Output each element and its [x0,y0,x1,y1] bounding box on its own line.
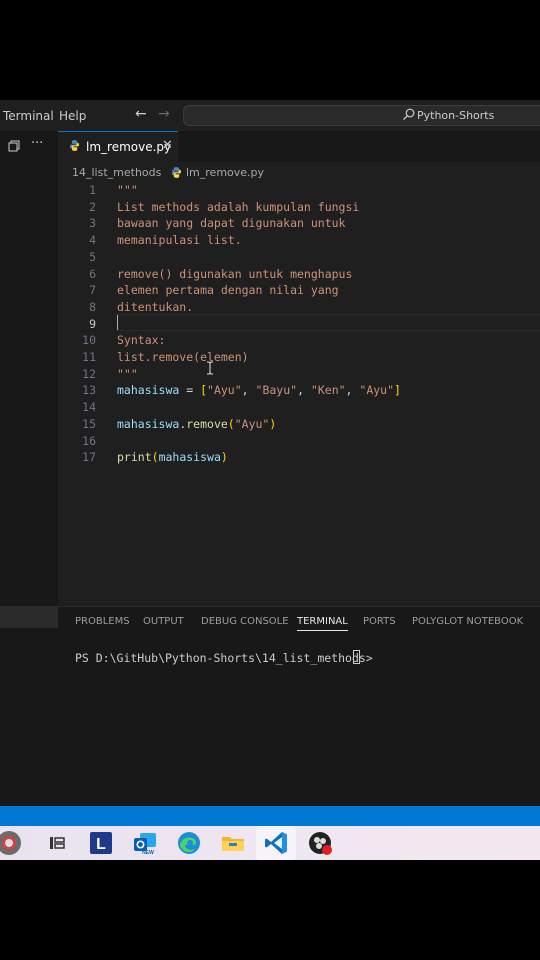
outlook-new-badge: NEW [142,850,154,856]
terminal-cursor [353,650,360,664]
tab-terminal[interactable]: TERMINAL [297,616,348,631]
tab-problems[interactable]: PROBLEMS [75,616,130,627]
bottom-panel: PROBLEMS OUTPUT DEBUG CONSOLE TERMINAL P… [58,606,540,806]
tab-output[interactable]: OUTPUT [143,616,184,627]
code-token: ) [220,450,228,465]
line-number: 3 [89,216,96,231]
code-line: List methods adalah kumpulan fungsi [117,199,360,214]
split-editor-icon[interactable] [8,140,20,152]
line-number: 14 [82,400,96,415]
command-center-label: Python-Shorts [417,109,495,122]
tab-filename: lm_remove.py [86,140,172,154]
line-number: 16 [82,433,96,448]
search-icon [403,108,415,121]
code-line: ditentukan. [117,299,194,314]
tab-ports[interactable]: PORTS [363,616,396,627]
code-token: mahasiswa [117,416,180,431]
line-number: 1 [89,183,96,197]
chrome-profile-icon[interactable] [0,830,22,856]
text-caret [117,315,118,330]
line-number: 17 [82,450,96,465]
code-token: ( [151,450,159,465]
line-number: 12 [82,366,96,381]
tab-bar: lm_remove.py ✕ [58,131,540,162]
more-actions-icon[interactable]: ··· [31,136,43,151]
code-token: mahasiswa [158,450,221,465]
breadcrumb-file[interactable]: lm_remove.py [186,166,264,179]
code-token: , [345,383,360,398]
line-number: 11 [82,350,96,364]
panel-left-strip [0,606,58,806]
obs-studio-icon[interactable] [307,830,333,856]
code-line: remove() digunakan untuk menghapus [117,266,353,281]
menu-terminal[interactable]: Terminal [3,109,54,123]
current-line-highlight [117,314,540,331]
tab-lm-remove[interactable]: lm_remove.py ✕ [58,131,178,162]
code-line: list.remove(elemen) [117,350,249,364]
breadcrumb: 14_list_methods › lm_remove.py [58,162,540,183]
line-number: 2 [89,199,96,214]
code-token: , [241,383,256,398]
line-number: 5 [89,249,96,264]
line-number: 7 [89,283,96,298]
code-token: "Bayu" [255,383,298,398]
code-token: "Ken" [310,383,346,398]
line-number: 13 [82,383,96,398]
menu-help[interactable]: Help [59,109,86,123]
terminal-prompt[interactable]: PS D:\GitHub\Python-Shorts\14_list_metho… [75,651,380,665]
code-line: mahasiswa = ["Ayu", "Bayu", "Ken", "Ayu"… [117,383,401,397]
line-number: 4 [89,233,96,248]
edge-browser-icon[interactable] [176,830,202,856]
tab-debug-console[interactable]: DEBUG CONSOLE [201,616,289,627]
code-token: "Ayu" [234,416,270,431]
code-token: "Ayu" [207,383,242,398]
back-arrow-icon[interactable]: ← [135,106,147,122]
code-line: bawaan yang dapat digunakan untuk [117,216,346,231]
code-line: elemen pertama dengan nilai yang [117,283,339,298]
panel-left-block [0,606,58,628]
line-number: 15 [82,416,96,431]
code-token: [ [200,383,208,398]
status-bar [0,806,540,826]
code-line: Syntax: [117,333,166,348]
command-center-search[interactable]: Python-Shorts [183,105,540,126]
code-token: remove [186,416,228,431]
mouse-ibeam-cursor-icon [207,361,213,375]
code-token: ) [269,416,277,431]
code-token: mahasiswa [117,383,180,398]
line-number: 8 [89,299,96,314]
code-token: = [179,383,201,398]
code-token: "Ayu" [359,383,395,398]
code-line: print(mahasiswa) [117,450,228,464]
code-line: memanipulasi list. [117,233,242,248]
l-app-icon[interactable]: L [88,830,114,856]
forward-arrow-icon[interactable]: → [158,106,170,122]
taskbar: L NEW [0,826,540,860]
python-file-icon [70,140,79,151]
line-number: 10 [82,333,96,348]
code-token: print [117,450,152,465]
code-line: """ [117,366,138,381]
code-token: ] [394,383,401,398]
breadcrumb-folder[interactable]: 14_list_methods [72,166,161,179]
l-icon-letter: L [96,836,106,853]
outlook-new-icon[interactable]: NEW [132,830,158,856]
file-explorer-icon[interactable] [220,830,246,856]
line-number: 9 [89,316,96,331]
sidebar: ··· [0,131,58,606]
code-line: """ [117,183,138,197]
code-editor[interactable]: 1 2 3 4 5 6 7 8 9 10 11 12 13 14 15 16 1… [58,183,540,606]
python-file-icon [172,167,181,178]
line-number: 6 [89,266,96,281]
vscode-icon[interactable] [263,830,289,856]
close-tab-icon[interactable]: ✕ [162,138,173,153]
task-view-icon[interactable] [44,830,70,856]
title-bar: Terminal Help ← → Python-Shorts [0,100,540,131]
code-token: , [297,383,311,398]
code-token: ( [227,416,235,431]
tab-polyglot-notebook[interactable]: POLYGLOT NOTEBOOK [412,616,523,627]
code-line: mahasiswa.remove("Ayu") [117,417,276,431]
